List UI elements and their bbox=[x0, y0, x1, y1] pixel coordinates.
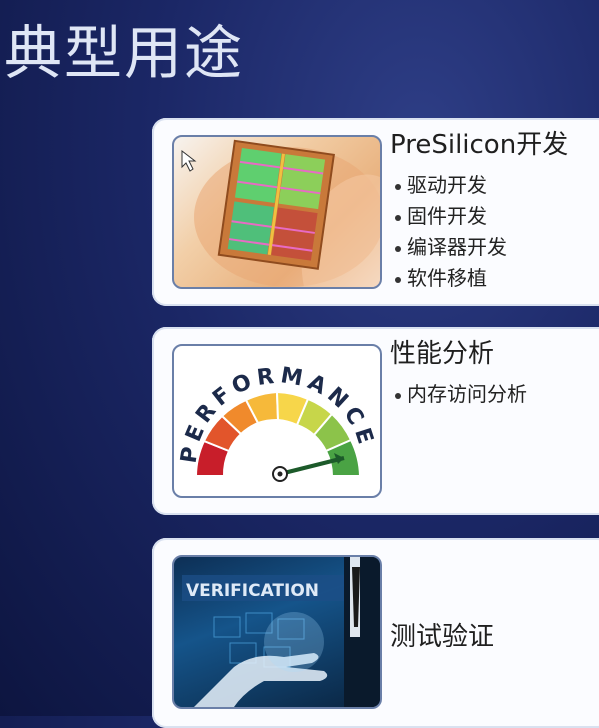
bullet-icon bbox=[395, 276, 401, 283]
gauge-image: PERFORMANCE bbox=[172, 344, 382, 498]
bullet-list: 内存访问分析 bbox=[395, 379, 527, 410]
bullet-icon bbox=[395, 183, 401, 190]
verification-image: VERIFICATION bbox=[172, 555, 382, 709]
card-verification: VERIFICATION 测试验证 bbox=[152, 538, 599, 728]
card-heading: PreSilicon开发 bbox=[390, 130, 569, 160]
list-item: 内存访问分析 bbox=[395, 379, 527, 410]
list-item: 固件开发 bbox=[395, 201, 507, 232]
bullet-icon bbox=[395, 392, 401, 399]
verification-label: VERIFICATION bbox=[186, 581, 319, 601]
card-heading: 性能分析 bbox=[390, 339, 495, 369]
list-item: 驱动开发 bbox=[395, 170, 507, 201]
card-presilicon: PreSilicon开发 驱动开发 固件开发 编译器开发 软件移植 bbox=[152, 118, 599, 306]
bullet-icon bbox=[395, 214, 401, 221]
performance-gauge-icon: PERFORMANCE bbox=[177, 363, 374, 482]
bullet-list: 驱动开发 固件开发 编译器开发 软件移植 bbox=[395, 170, 507, 294]
chip-illustration bbox=[181, 139, 380, 287]
verification-illustration: VERIFICATION bbox=[182, 557, 380, 707]
list-item: 编译器开发 bbox=[395, 232, 507, 263]
card-heading: 测试验证 bbox=[390, 622, 495, 652]
chip-image bbox=[172, 135, 382, 289]
page-title: 典型用途 bbox=[4, 19, 245, 87]
card-performance: PERFORMANCE 性能分析 内存访问分析 bbox=[152, 327, 599, 515]
bullet-icon bbox=[395, 245, 401, 252]
list-item: 软件移植 bbox=[395, 263, 507, 294]
